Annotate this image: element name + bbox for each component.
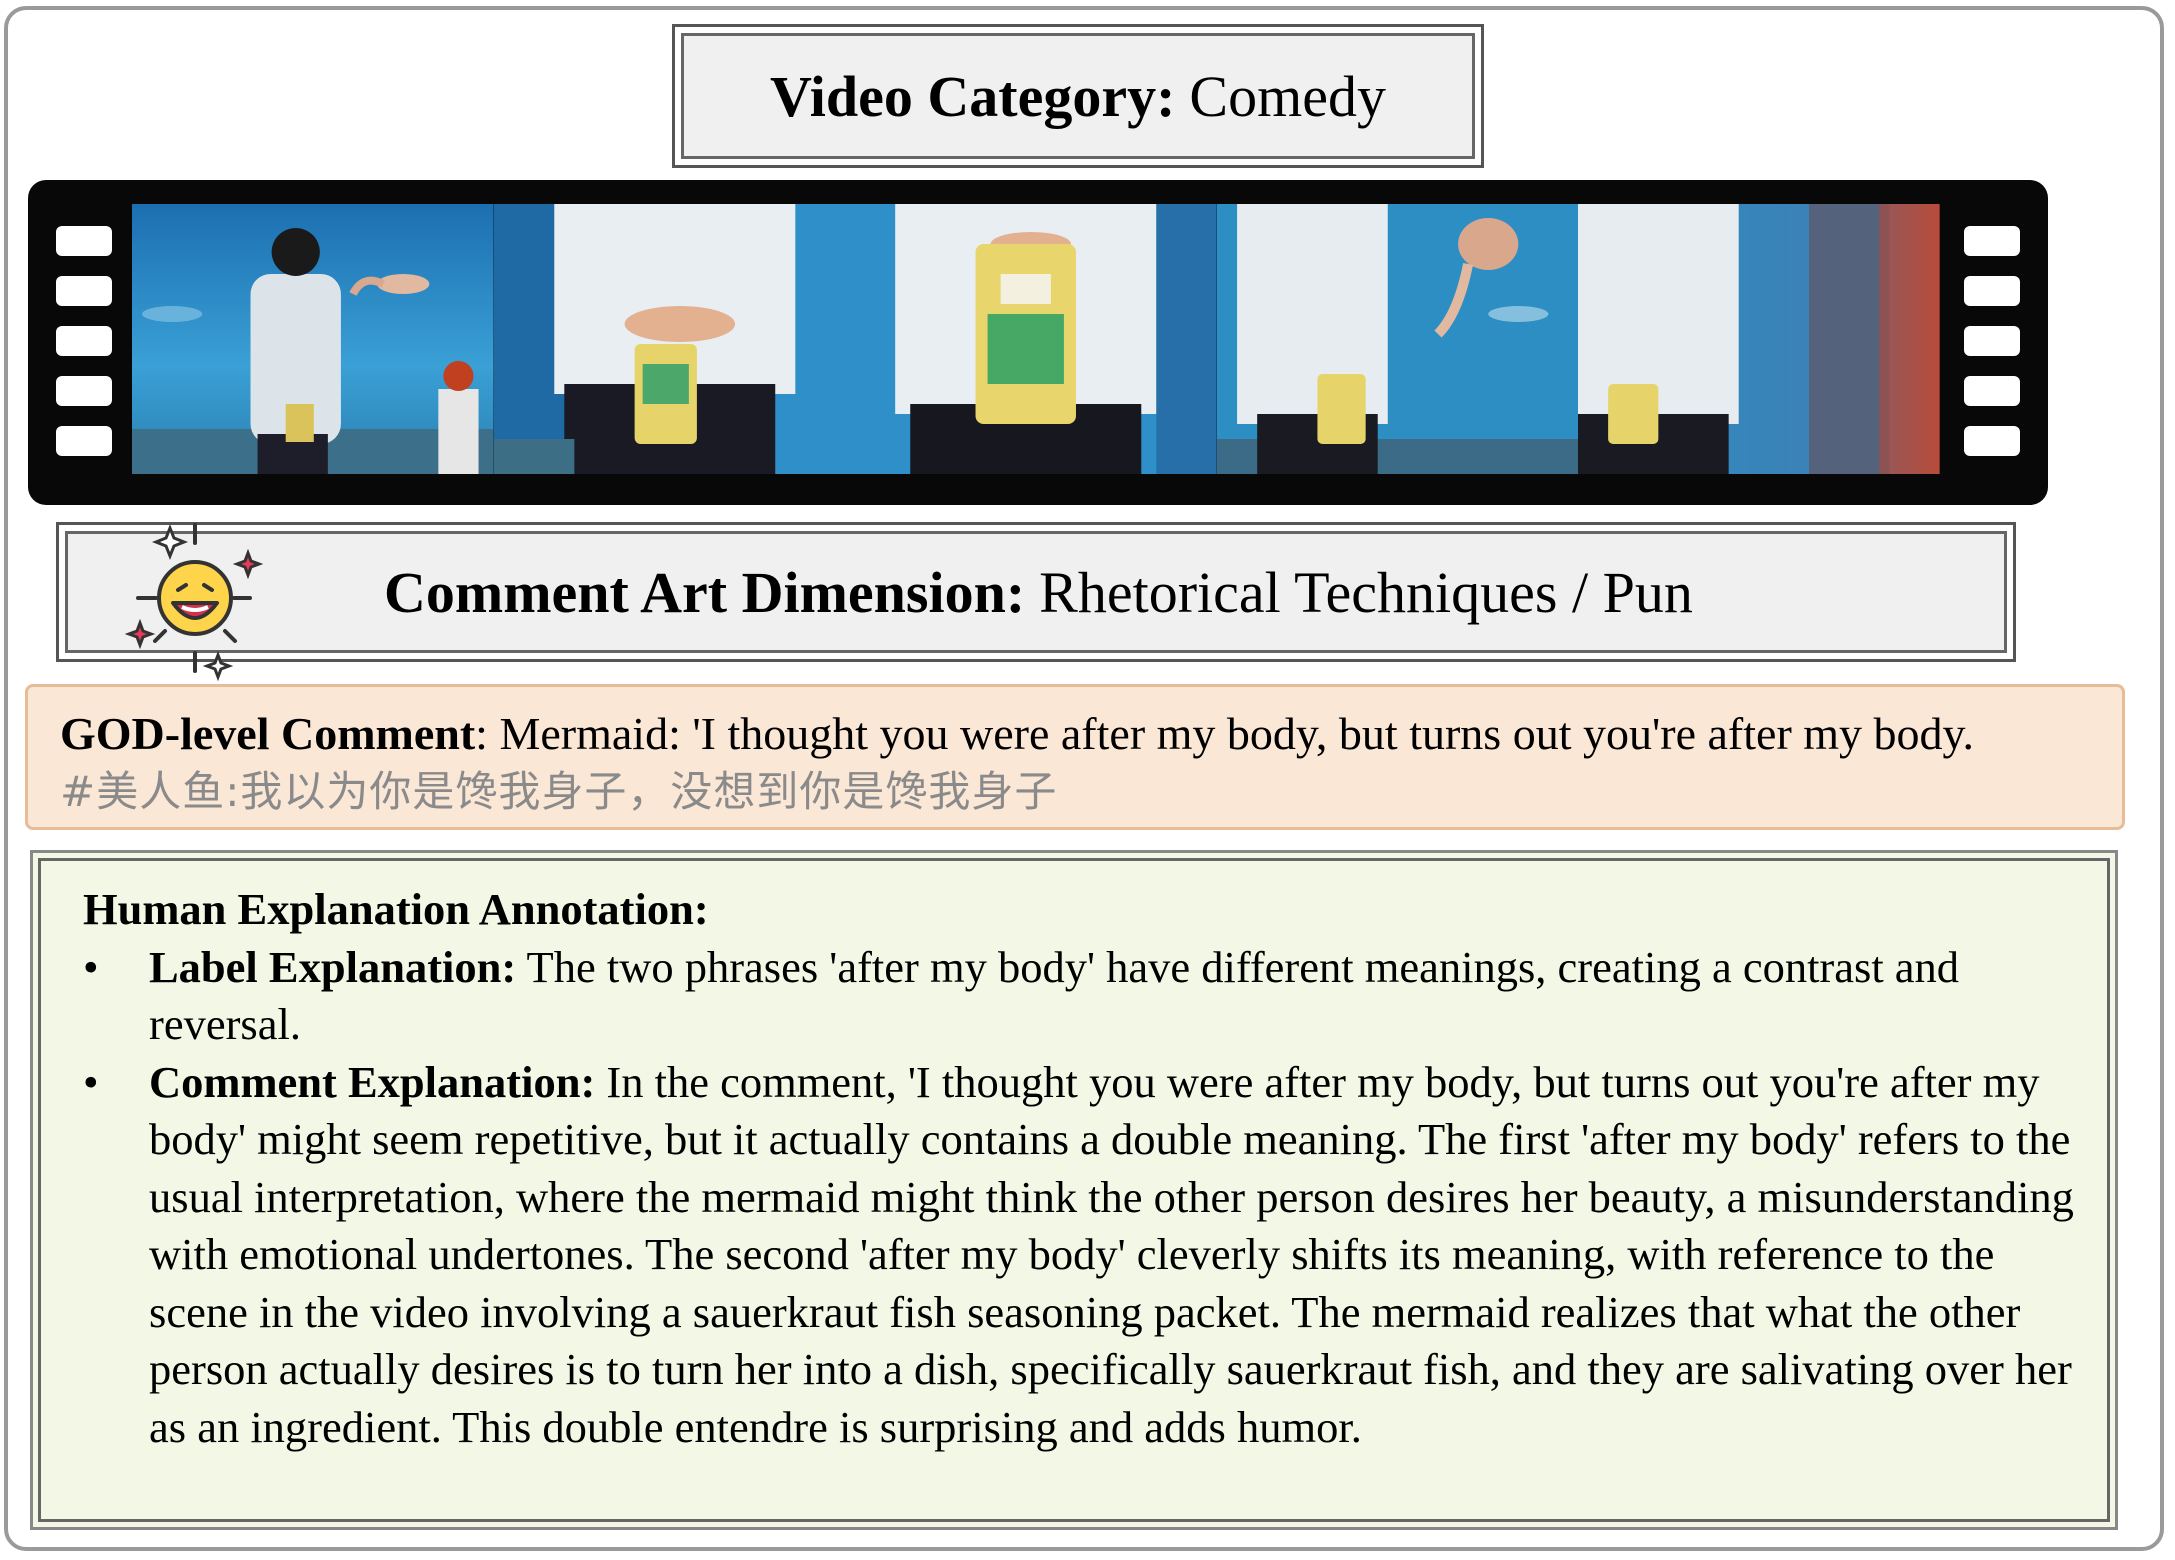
label-explanation-label: Label Explanation: <box>149 941 517 992</box>
video-frame-1 <box>132 204 494 474</box>
bullet: • <box>83 941 99 992</box>
video-frame-3 <box>855 204 1217 474</box>
god-level-comment: GOD-level Comment: Mermaid: 'I thought y… <box>25 684 2125 830</box>
dimension-value: Rhetorical Techniques / Pun <box>1039 559 1693 625</box>
dimension-label: Comment Art Dimension: <box>384 559 1026 625</box>
dimension-text: Comment Art Dimension: Rhetorical Techni… <box>384 525 1693 659</box>
film-strip <box>28 180 2048 505</box>
comment-explanation-item: • Comment Explanation: In the comment, '… <box>83 1054 2083 1457</box>
film-holes-right <box>1964 226 2020 456</box>
video-category-box: Video Category: Comedy <box>672 24 1484 168</box>
label-explanation-item: • Label Explanation: The two phrases 'af… <box>83 939 2083 1054</box>
category-label: Video Category: <box>770 63 1176 129</box>
comment-explanation-text: In the comment, 'I thought you were afte… <box>149 1056 2074 1452</box>
god-comment-label: GOD-level Comment <box>60 708 476 759</box>
bullet: • <box>83 1056 99 1107</box>
human-explanation-annotation: Human Explanation Annotation: • Label Ex… <box>30 850 2118 1530</box>
video-frame-2 <box>493 204 856 474</box>
category-value: Comedy <box>1189 63 1386 129</box>
comment-art-dimension-box: Comment Art Dimension: Rhetorical Techni… <box>56 522 2016 662</box>
god-comment-line: GOD-level Comment: Mermaid: 'I thought y… <box>60 705 2090 763</box>
film-holes-left <box>56 226 112 456</box>
explanation-heading: Human Explanation Annotation: <box>83 884 709 934</box>
god-comment-original: #美人鱼:我以为你是馋我身子，没想到你是馋我身子 <box>60 767 1058 816</box>
video-frame-5 <box>1578 204 1940 474</box>
god-comment-text: : Mermaid: 'I thought you were after my … <box>475 708 1975 759</box>
video-frame-4 <box>1216 204 1579 474</box>
laughing-face-icon <box>124 523 264 682</box>
video-frames <box>132 204 1940 474</box>
comment-explanation-label: Comment Explanation: <box>149 1056 596 1107</box>
